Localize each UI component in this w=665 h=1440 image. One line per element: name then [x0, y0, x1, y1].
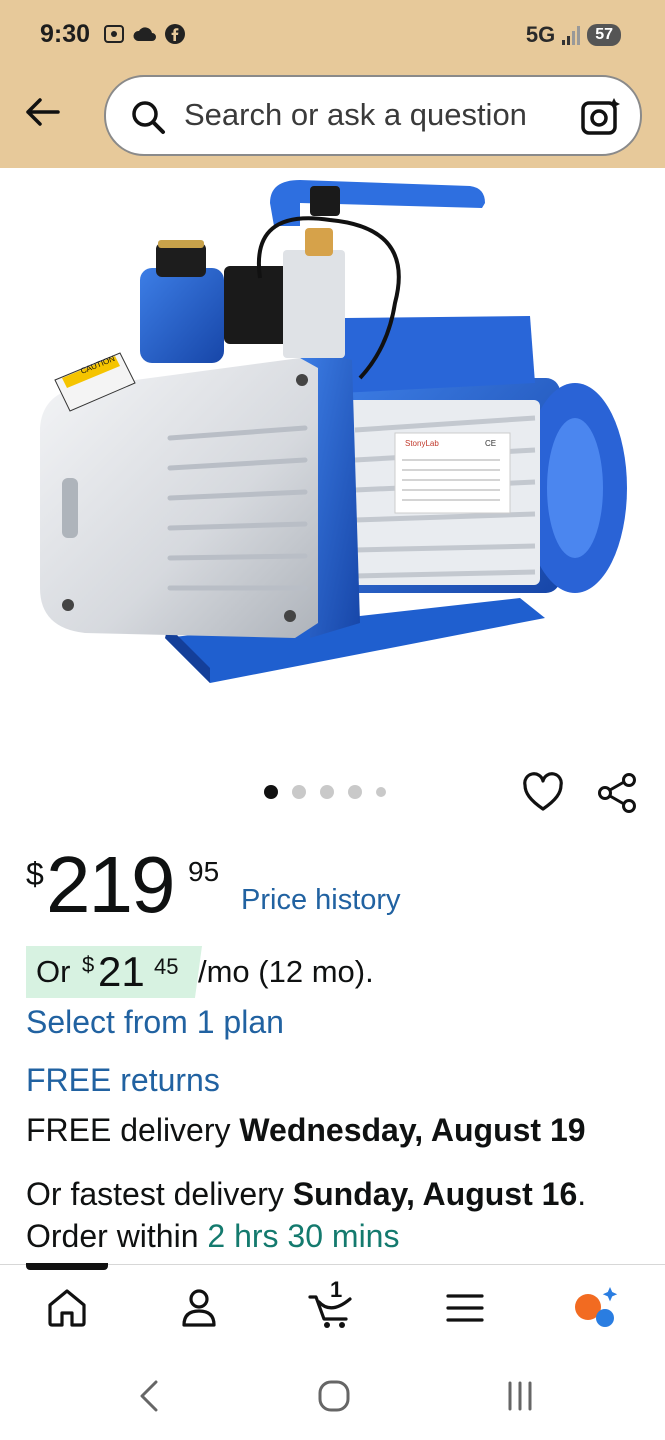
network-label: 5G: [525, 22, 556, 47]
facebook-icon: [165, 24, 185, 44]
system-nav-bar: [0, 1350, 665, 1440]
carousel-indicator[interactable]: [264, 785, 386, 799]
cart-button[interactable]: 1: [308, 1277, 354, 1331]
screenshot-icon: [104, 25, 124, 43]
free-returns-link[interactable]: FREE returns: [26, 1062, 220, 1099]
price-symbol: $: [26, 856, 44, 892]
carousel-dot-5[interactable]: [376, 787, 386, 797]
app-header: 9:30 5G 57 Search or ask a question: [0, 0, 665, 168]
menu-icon[interactable]: [442, 1285, 488, 1331]
search-bar[interactable]: Search or ask a question: [104, 75, 642, 156]
free-delivery-date: Wednesday, August 19: [239, 1112, 586, 1148]
carousel-dot-3[interactable]: [320, 785, 334, 799]
installment-offer: Or $ 21 45 /mo (12 mo).: [26, 946, 406, 998]
fastest-delivery-period: .: [577, 1176, 587, 1212]
price-whole: 219: [46, 840, 175, 929]
camera-lens-icon[interactable]: [580, 95, 622, 137]
carousel-dot-2[interactable]: [292, 785, 306, 799]
share-icon[interactable]: [596, 772, 638, 814]
order-within-prefix: Order within: [26, 1218, 208, 1254]
carousel-dot-1[interactable]: [264, 785, 278, 799]
ce-label: CE: [485, 439, 496, 448]
account-icon[interactable]: [176, 1285, 222, 1331]
brand-label: StonyLab: [405, 439, 439, 448]
status-bar: 9:30 5G 57: [0, 0, 665, 70]
carousel-dot-4[interactable]: [348, 785, 362, 799]
search-input[interactable]: Search or ask a question: [184, 97, 527, 133]
select-plan-link[interactable]: Select from 1 plan: [26, 1004, 284, 1041]
status-time: 9:30: [40, 20, 91, 48]
product-image[interactable]: StonyLab CE CAUTION: [0, 168, 665, 748]
order-within-line: Order within 2 hrs 30 mins: [26, 1218, 399, 1255]
fastest-delivery-prefix: Or fastest delivery: [26, 1176, 293, 1212]
bottom-nav: 1: [0, 1263, 665, 1350]
installment-fraction: 45: [154, 954, 179, 979]
back-arrow-icon[interactable]: [22, 92, 62, 132]
fastest-delivery-date: Sunday, August 16: [292, 1176, 578, 1212]
battery-badge: 57: [587, 24, 621, 46]
heart-icon[interactable]: [522, 772, 564, 814]
installment-prefix: Or: [36, 954, 71, 989]
installment-whole: 21: [98, 948, 145, 995]
cloud-icon: [133, 27, 156, 41]
installment-suffix: /mo (12 mo).: [198, 954, 374, 989]
fastest-delivery-line: Or fastest delivery Sunday, August 16.: [26, 1176, 586, 1213]
free-delivery-line: FREE delivery Wednesday, August 19: [26, 1112, 586, 1149]
system-recents-icon[interactable]: [500, 1378, 540, 1414]
system-back-icon[interactable]: [130, 1378, 170, 1414]
rufus-ai-icon[interactable]: [572, 1285, 618, 1331]
price-fraction: 95: [188, 856, 220, 887]
home-icon[interactable]: [44, 1285, 90, 1331]
order-countdown: 2 hrs 30 mins: [207, 1218, 400, 1254]
nav-active-indicator: [26, 1263, 108, 1270]
vacuum-pump-image: StonyLab CE CAUTION: [40, 180, 627, 683]
signal-icon: [562, 26, 581, 45]
search-icon: [132, 101, 165, 134]
free-delivery-prefix: FREE delivery: [26, 1112, 240, 1148]
cart-count: 1: [330, 1277, 343, 1302]
installment-symbol: $: [82, 952, 95, 977]
system-home-icon[interactable]: [314, 1378, 354, 1414]
price-history-link[interactable]: Price history: [241, 884, 401, 917]
